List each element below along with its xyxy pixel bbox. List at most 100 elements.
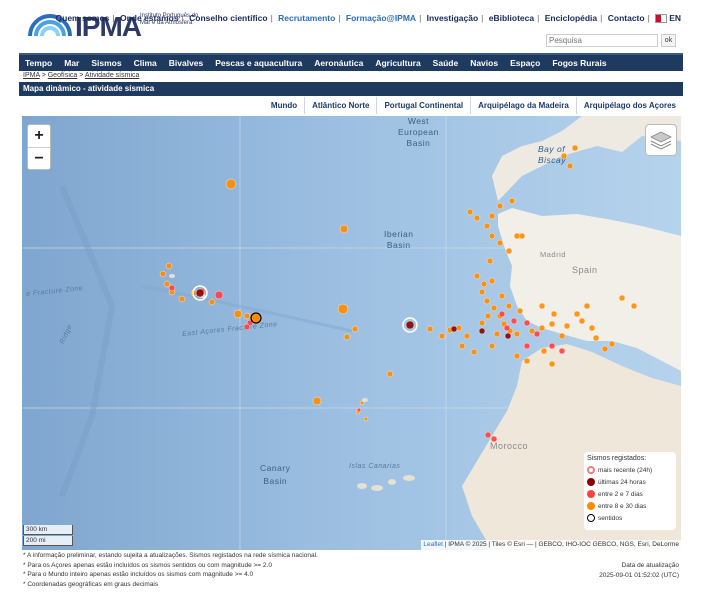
link-investigacao[interactable]: Investigação — [427, 13, 479, 23]
earthquake-marker-month[interactable] — [339, 224, 349, 234]
nav-saude[interactable]: Saúde — [427, 58, 465, 68]
crumb-atividade[interactable]: Atividade sísmica — [85, 72, 139, 79]
nav-fogos[interactable]: Fogos Rurais — [546, 58, 612, 68]
link-conselho[interactable]: Conselho científico — [189, 13, 267, 23]
earthquake-marker-month[interactable] — [488, 342, 496, 350]
earthquake-marker-month[interactable] — [473, 214, 481, 222]
earthquake-marker-day[interactable] — [478, 327, 486, 335]
earthquake-marker-month[interactable] — [483, 297, 491, 305]
earthquake-marker-month[interactable] — [458, 342, 466, 350]
uk-flag-icon[interactable] — [655, 14, 668, 24]
earthquake-marker-month[interactable] — [426, 325, 434, 333]
tab-atlantico-norte[interactable]: Atlântico Norte — [304, 97, 376, 114]
link-ebiblioteca[interactable]: eBiblioteca — [489, 13, 534, 23]
layers-button[interactable] — [645, 124, 677, 156]
earthquake-marker-month[interactable] — [488, 232, 496, 240]
earthquake-marker-month[interactable] — [571, 144, 579, 152]
earthquake-marker-week[interactable] — [523, 319, 531, 327]
earthquake-marker-month[interactable] — [159, 270, 167, 278]
earthquake-marker-month[interactable] — [490, 304, 498, 312]
earthquake-marker-week[interactable] — [356, 407, 362, 413]
earthquake-marker-month[interactable] — [560, 152, 568, 160]
earthquake-marker-month[interactable] — [538, 324, 546, 332]
earthquake-marker-week[interactable] — [558, 347, 566, 355]
nav-clima[interactable]: Clima — [128, 58, 163, 68]
nav-mar[interactable]: Mar — [58, 58, 85, 68]
leaflet-link[interactable]: Leaflet — [423, 541, 443, 548]
earthquake-marker-month[interactable] — [225, 178, 237, 190]
earthquake-marker-month[interactable] — [508, 197, 516, 205]
earthquake-marker-month[interactable] — [592, 334, 600, 342]
earthquake-marker-month[interactable] — [473, 272, 481, 280]
tab-portugal-continental[interactable]: Portugal Continental — [376, 97, 470, 114]
nav-agricultura[interactable]: Agricultura — [369, 58, 426, 68]
earthquake-marker-day[interactable] — [195, 288, 205, 298]
earthquake-marker-month[interactable] — [343, 333, 351, 341]
nav-aeronautica[interactable]: Aeronáutica — [308, 58, 369, 68]
earthquake-marker-month[interactable] — [165, 262, 173, 270]
earthquake-marker-month[interactable] — [548, 360, 556, 368]
earthquake-marker-day[interactable] — [405, 320, 415, 330]
search-input[interactable] — [546, 34, 658, 47]
earthquake-marker-month[interactable] — [558, 332, 566, 340]
earthquake-marker-month[interactable] — [505, 302, 513, 310]
link-contacto[interactable]: Contacto — [608, 13, 645, 23]
nav-espaco[interactable]: Espaço — [504, 58, 546, 68]
earthquake-marker-week[interactable] — [168, 284, 176, 292]
earthquake-marker-month[interactable] — [470, 348, 478, 356]
earthquake-marker-month[interactable] — [483, 222, 491, 230]
earthquake-marker-month[interactable] — [523, 357, 531, 365]
earthquake-marker-day[interactable] — [504, 332, 512, 340]
link-onde-estamos[interactable]: Onde estamos — [120, 13, 179, 23]
earthquake-marker-month[interactable] — [480, 280, 488, 288]
earthquake-marker-week[interactable] — [498, 310, 506, 318]
earthquake-marker-week[interactable] — [503, 324, 511, 332]
earthquake-marker-month[interactable] — [438, 332, 446, 340]
earthquake-marker-week[interactable] — [548, 342, 556, 350]
earthquake-marker-week[interactable] — [484, 431, 492, 439]
earthquake-marker-month[interactable] — [518, 232, 526, 240]
earthquake-marker-month[interactable] — [516, 307, 524, 315]
earthquake-marker-month[interactable] — [163, 280, 171, 288]
crumb-geofisica[interactable]: Geofísica — [48, 72, 78, 79]
earthquake-marker-month[interactable] — [618, 294, 626, 302]
earthquake-marker-month[interactable] — [573, 310, 581, 318]
earthquake-marker-month[interactable] — [478, 288, 486, 296]
earthquake-marker-month[interactable] — [337, 303, 349, 315]
earthquake-marker-month[interactable] — [488, 277, 496, 285]
earthquake-marker-month[interactable] — [513, 352, 521, 360]
earthquake-marker-week[interactable] — [214, 290, 224, 300]
nav-bivalves[interactable]: Bivalves — [163, 58, 210, 68]
earthquake-marker-month[interactable] — [496, 239, 504, 247]
earthquake-marker-month[interactable] — [601, 345, 609, 353]
earthquake-marker-month[interactable] — [608, 340, 616, 348]
earthquake-marker-week[interactable] — [523, 342, 531, 350]
felt-earthquake-marker[interactable] — [250, 312, 262, 324]
tab-acores[interactable]: Arquipélago dos Açores — [575, 97, 683, 114]
earthquake-marker-month[interactable] — [488, 212, 496, 220]
earthquake-marker-week[interactable] — [243, 323, 251, 331]
nav-navios[interactable]: Navios — [464, 58, 504, 68]
earthquake-marker-month[interactable] — [538, 302, 546, 310]
nav-sismos[interactable]: Sismos — [85, 58, 127, 68]
earthquake-marker-month[interactable] — [466, 208, 474, 216]
earthquake-marker-month[interactable] — [178, 295, 186, 303]
link-english[interactable]: EN — [669, 13, 681, 23]
zoom-in-button[interactable]: + — [28, 125, 50, 148]
earthquake-marker-month[interactable] — [578, 317, 586, 325]
tab-mundo[interactable]: Mundo — [264, 97, 304, 114]
earthquake-marker-month[interactable] — [563, 322, 571, 330]
earthquake-marker-month[interactable] — [463, 332, 471, 340]
earthquake-marker-month[interactable] — [498, 292, 506, 300]
zoom-out-button[interactable]: − — [28, 148, 50, 170]
earthquake-marker-month[interactable] — [478, 319, 486, 327]
search-button[interactable]: ok — [661, 34, 676, 47]
earthquake-marker-month[interactable] — [540, 347, 548, 355]
earthquake-marker-week[interactable] — [490, 435, 498, 443]
earthquake-marker-month[interactable] — [548, 320, 556, 328]
earthquake-marker-month[interactable] — [588, 324, 596, 332]
earthquake-marker-month[interactable] — [513, 330, 521, 338]
earthquake-marker-week[interactable] — [510, 317, 518, 325]
crumb-ipma[interactable]: IPMA — [23, 72, 40, 79]
earthquake-marker-month[interactable] — [496, 202, 504, 210]
